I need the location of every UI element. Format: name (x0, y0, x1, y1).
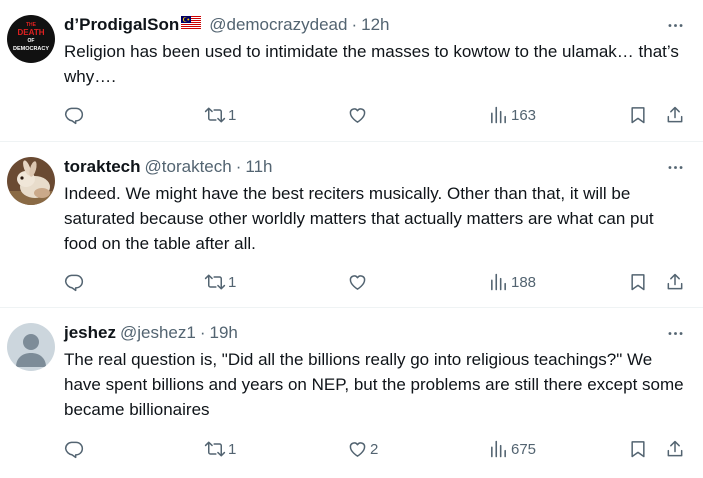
avatar-text-line: DEMOCRACY (13, 46, 49, 52)
separator-dot: · (199, 323, 206, 342)
heart-icon (349, 275, 366, 290)
avatar[interactable]: THE DEATH OF DEMOCRACY (7, 15, 55, 63)
heart-icon (349, 108, 366, 123)
avatar[interactable] (7, 157, 55, 205)
reply-icon (64, 107, 84, 125)
display-name[interactable]: d’ProdigalSon (64, 15, 179, 35)
display-name[interactable]: toraktech (64, 157, 141, 177)
share-icon (667, 106, 683, 123)
avatar[interactable] (7, 323, 55, 371)
bookmark-button[interactable] (628, 103, 648, 127)
share-icon (667, 273, 683, 290)
display-name[interactable]: jeshez (64, 323, 116, 343)
retweet-count: 1 (228, 106, 237, 124)
tweet-actions: 1 2 675 (64, 437, 687, 461)
more-horizontal-icon[interactable] (663, 156, 687, 178)
retweet-icon (204, 274, 226, 290)
timestamp[interactable]: 19h (210, 323, 238, 343)
view-count: 188 (511, 273, 537, 291)
reply-button[interactable] (64, 437, 86, 461)
tweet-actions: 1 188 (64, 270, 687, 294)
democracy-logo-avatar: THE DEATH OF DEMOCRACY (7, 15, 55, 63)
more-horizontal-icon[interactable] (663, 14, 687, 36)
bookmark-button[interactable] (628, 270, 648, 294)
user-handle[interactable]: @democrazydead (209, 15, 347, 35)
malaysia-flag-icon (181, 15, 202, 35)
like-button[interactable] (347, 270, 370, 294)
more-horizontal-icon[interactable] (663, 322, 687, 344)
avatar-text-line: DEATH (18, 28, 45, 37)
tweet-header: toraktech @toraktech · 11h (64, 156, 687, 178)
timestamp[interactable]: 11h (245, 157, 272, 177)
tweet[interactable]: jeshez @jeshez1 · 19h The real question … (0, 308, 703, 478)
bookmark-icon (631, 274, 645, 291)
reply-button[interactable] (64, 103, 86, 127)
view-count: 675 (511, 440, 537, 458)
bookmark-icon (631, 441, 645, 458)
separator-dot: · (351, 15, 358, 34)
share-button[interactable] (665, 437, 685, 461)
bookmark-button[interactable] (628, 437, 648, 461)
reply-button[interactable] (64, 270, 86, 294)
tweet-text: The real question is, "Did all the billi… (64, 350, 684, 419)
views-button[interactable]: 188 (488, 270, 536, 294)
default-user-avatar (7, 323, 55, 371)
views-chart-icon (491, 273, 506, 291)
view-count: 163 (511, 106, 537, 124)
timestamp[interactable]: 12h (361, 15, 389, 35)
retweet-button[interactable]: 1 (204, 437, 236, 461)
retweet-count: 1 (228, 273, 237, 291)
heart-icon (349, 442, 366, 457)
views-button[interactable]: 675 (488, 437, 536, 461)
user-handle[interactable]: @toraktech (145, 157, 232, 177)
retweet-button[interactable]: 1 (204, 103, 236, 127)
views-button[interactable]: 163 (488, 103, 536, 127)
user-handle[interactable]: @jeshez1 (120, 323, 196, 343)
like-count: 2 (370, 440, 379, 458)
views-chart-icon (491, 106, 506, 124)
separator-dot: · (235, 157, 242, 176)
tweet-text: Religion has been used to intimidate the… (64, 42, 679, 86)
share-icon (667, 440, 683, 457)
avatar-text-line: OF (28, 38, 35, 44)
retweet-button[interactable]: 1 (204, 270, 236, 294)
share-button[interactable] (665, 103, 685, 127)
tweet-header: d’ProdigalSon @democrazydead · 12h (64, 14, 687, 36)
retweet-icon (204, 107, 226, 123)
share-button[interactable] (665, 270, 685, 294)
tweet[interactable]: THE DEATH OF DEMOCRACY d’ProdigalSon @de… (0, 0, 703, 142)
tweet[interactable]: toraktech @toraktech · 11h Indeed. We mi… (0, 142, 703, 308)
rabbit-photo-avatar (7, 157, 55, 205)
tweet-text: Indeed. We might have the best reciters … (64, 184, 654, 253)
retweet-count: 1 (228, 440, 237, 458)
like-button[interactable] (347, 103, 370, 127)
views-chart-icon (491, 440, 506, 458)
bookmark-icon (631, 107, 645, 124)
tweet-actions: 1 163 (64, 103, 687, 127)
like-button[interactable]: 2 (347, 437, 378, 461)
reply-icon (64, 274, 84, 292)
tweet-header: jeshez @jeshez1 · 19h (64, 322, 687, 344)
reply-icon (64, 441, 84, 459)
retweet-icon (204, 441, 226, 457)
